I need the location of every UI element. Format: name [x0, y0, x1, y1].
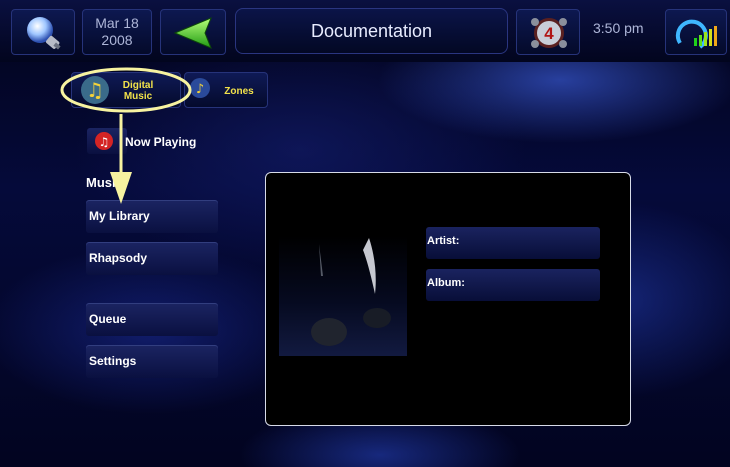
album-art-placeholder	[279, 236, 407, 356]
clock: 3:50 pm	[593, 20, 644, 36]
menu-item-queue[interactable]: Queue	[86, 303, 218, 336]
touch-panel-screen: Mar 18 2008 Documentation 4 3:50 pm ♫ Di…	[0, 0, 730, 467]
svg-text:♪: ♪	[196, 82, 204, 97]
date-month-day: Mar 18	[95, 15, 139, 31]
back-button[interactable]	[160, 9, 226, 55]
badge-number: 4	[544, 24, 554, 43]
home-button[interactable]	[11, 9, 75, 55]
lightbulb-icon	[27, 17, 61, 50]
signal-strength-icon	[675, 19, 717, 49]
back-arrow-icon	[173, 17, 212, 49]
security-button[interactable]: 4	[516, 9, 580, 55]
tab-zones[interactable]: ♪ Zones	[184, 72, 268, 108]
menu-item-rhapsody[interactable]: Rhapsody	[86, 242, 218, 275]
signal-status-button[interactable]	[665, 9, 727, 55]
tab-zones-label: Zones	[224, 86, 254, 97]
date-display: Mar 18 2008	[82, 9, 152, 55]
menu-item-settings[interactable]: Settings	[86, 345, 218, 378]
page-title: Documentation	[235, 8, 508, 54]
security-badge-icon: 4	[531, 18, 567, 48]
highlight-ellipse	[60, 67, 192, 113]
annotation-arrow	[110, 114, 132, 204]
artist-field: Artist:	[426, 227, 600, 259]
date-year: 2008	[101, 32, 133, 48]
album-field: Album:	[426, 269, 600, 301]
